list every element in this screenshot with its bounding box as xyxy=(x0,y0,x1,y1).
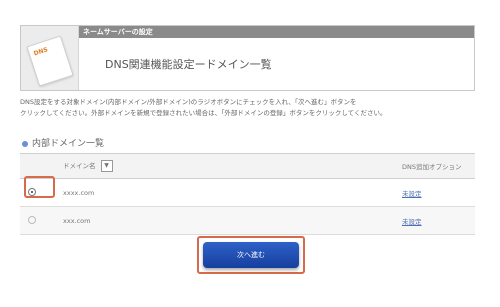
domain-radio[interactable] xyxy=(28,215,36,224)
next-button-highlight: 次へ進む xyxy=(197,236,305,274)
domain-cell: xxx.com xyxy=(55,206,394,235)
domain-header-label: ドメイン名 xyxy=(63,162,96,170)
section-title-text: 内部ドメイン一覧 xyxy=(32,139,105,149)
sort-icon[interactable]: ▼ xyxy=(100,160,113,172)
page-header-box: ネームサーバーの設定 DNS DNS関連機能設定ードメイン一覧 xyxy=(20,25,475,91)
select-column-header xyxy=(20,153,55,179)
domain-cell: xxxx.com xyxy=(55,178,394,207)
dns-document-icon: DNS xyxy=(26,35,74,87)
domain-column-header[interactable]: ドメイン名 ▼ xyxy=(55,153,394,179)
instructions-text: DNS設定をする対象ドメイン(内部ドメイン/外部ドメイン)のラジオボタンにチェッ… xyxy=(20,97,480,119)
page-title: DNS関連機能設定ードメイン一覧 xyxy=(105,58,272,71)
dns-option-cell: 未設定 xyxy=(394,206,475,235)
selected-radio-highlight xyxy=(24,176,55,198)
dns-option-cell: 未設定 xyxy=(394,178,475,207)
header-band: ネームサーバーの設定 xyxy=(21,26,474,38)
dns-icon-label: DNS xyxy=(33,46,49,58)
instructions-line-1: DNS設定をする対象ドメイン(内部ドメイン/外部ドメイン)のラジオボタンにチェッ… xyxy=(20,98,357,106)
instructions-line-2: クリックしてください。外部ドメインを新規で登録されたい場合は、「外部ドメインの登… xyxy=(20,109,387,117)
table-header-row: ドメイン名 ▼ DNS追加オプション xyxy=(20,153,475,179)
dns-option-column-header: DNS追加オプション xyxy=(394,153,475,179)
table-row: xxx.com 未設定 xyxy=(20,206,475,235)
header-image-area: DNS xyxy=(21,26,79,90)
select-cell xyxy=(20,206,55,235)
section-bullet-icon xyxy=(22,140,28,147)
domain-table: ドメイン名 ▼ DNS追加オプション xxxx.com 未設定 xxx.com … xyxy=(20,153,475,235)
next-button[interactable]: 次へ進む xyxy=(203,242,299,268)
dns-option-link[interactable]: 未設定 xyxy=(402,190,422,198)
dns-option-link[interactable]: 未設定 xyxy=(402,218,422,226)
table-row: xxxx.com 未設定 xyxy=(20,178,475,207)
internal-domain-list-heading: 内部ドメイン一覧 xyxy=(22,136,104,149)
